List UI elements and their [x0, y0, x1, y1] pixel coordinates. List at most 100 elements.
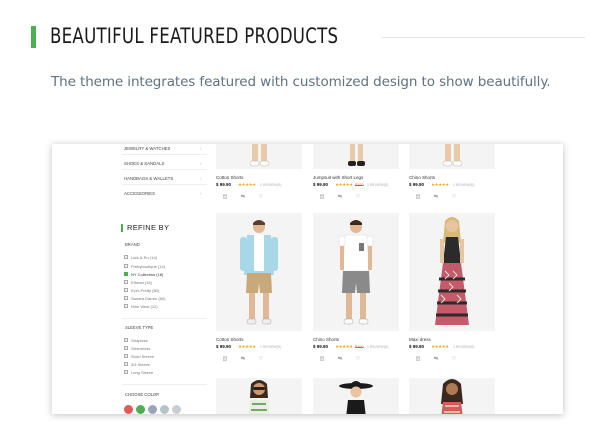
product-name[interactable]: Chino Shorts	[313, 337, 339, 342]
sleeve-option[interactable]: Strapless	[124, 337, 148, 343]
checkbox[interactable]	[124, 370, 128, 374]
color-filter-label: CHOOSE COLOR	[125, 392, 160, 397]
review-count: 1 REVIEW(S)	[367, 345, 389, 349]
brand-option[interactable]: Nine West (12)	[124, 303, 158, 309]
review-count: 1 REVIEW(S)	[453, 183, 475, 187]
bag-icon[interactable]: ◫	[318, 194, 326, 200]
product-name[interactable]: Cotton Shorts	[216, 337, 244, 342]
sleeve-option[interactable]: Long Sleeve	[124, 369, 153, 375]
category-shoes-sandals[interactable]: SHOES & SANDALS	[124, 161, 208, 166]
sleeve-option[interactable]: Sleeveless	[124, 345, 150, 351]
brand-option[interactable]: Ever-Pretty (80)	[124, 287, 159, 293]
sleeve-option[interactable]: Short Sleeve	[124, 353, 154, 359]
heart-icon[interactable]: ♡	[354, 194, 362, 200]
product-image[interactable]	[313, 144, 399, 169]
product-price: $ 99.90	[216, 344, 232, 349]
product-image[interactable]	[409, 144, 495, 169]
product-image[interactable]	[313, 378, 399, 414]
product-name[interactable]: Maxi dress	[409, 337, 431, 342]
category-handbags-wallets[interactable]: HANDBAGS & WALLETS	[124, 176, 208, 181]
product-price: $ 99.90	[313, 182, 329, 187]
heart-icon[interactable]: ♡	[257, 194, 265, 200]
checkbox[interactable]	[124, 264, 128, 268]
product-image[interactable]	[216, 378, 302, 414]
product-name[interactable]: Chino Shorts	[409, 175, 435, 180]
heart-icon[interactable]: ♡	[257, 356, 265, 362]
checkbox[interactable]	[124, 280, 128, 284]
checkbox-checked[interactable]	[124, 272, 128, 276]
product-actions: ◫ ⇋ ♡	[414, 194, 458, 200]
rating-stars: ★★★★★	[335, 344, 353, 349]
checkbox[interactable]	[124, 338, 128, 342]
divider	[122, 384, 207, 385]
compare-icon[interactable]: ⇋	[336, 194, 344, 200]
bag-icon[interactable]: ◫	[221, 194, 229, 200]
compare-icon[interactable]: ⇋	[432, 356, 440, 362]
color-swatch[interactable]	[148, 405, 157, 414]
color-swatch[interactable]	[136, 405, 145, 414]
brand-filter-label: BRAND	[125, 242, 140, 247]
product-image[interactable]	[313, 213, 399, 331]
checkbox[interactable]	[124, 255, 128, 259]
category-accessories[interactable]: ACCESSORIES	[124, 191, 208, 196]
model-legs-illustration	[249, 144, 270, 167]
product-actions: ◫ ⇋ ♡	[221, 194, 265, 200]
product-image[interactable]	[409, 378, 495, 414]
product-name[interactable]: Cotton Shorts	[216, 175, 244, 180]
compare-icon[interactable]: ⇋	[239, 194, 247, 200]
review-count: 1 REVIEW(S)	[260, 345, 282, 349]
sleeve-filter-label: SLEEVE TYPE	[125, 325, 154, 330]
compare-icon[interactable]: ⇋	[336, 356, 344, 362]
page-subtitle: The theme integrates featured with custo…	[51, 74, 551, 90]
chevron-right-icon: ›	[200, 191, 202, 196]
divider	[122, 318, 207, 319]
review-count: 1 REVIEW(S)	[260, 183, 282, 187]
heart-icon[interactable]: ♡	[450, 356, 458, 362]
refine-accent-bar	[121, 224, 123, 232]
checkbox[interactable]	[124, 346, 128, 350]
brand-option[interactable]: Sandra Darren (80)	[124, 295, 165, 301]
product-actions: ◫ ⇋ ♡	[414, 356, 458, 362]
chevron-right-icon: ›	[200, 176, 202, 181]
checkbox[interactable]	[124, 354, 128, 358]
compare-icon[interactable]: ⇋	[239, 356, 247, 362]
bag-icon[interactable]: ◫	[414, 356, 422, 362]
heart-icon[interactable]: ♡	[354, 356, 362, 362]
old-price: $100	[355, 183, 364, 187]
heart-icon[interactable]: ♡	[450, 194, 458, 200]
color-swatch[interactable]	[160, 405, 169, 414]
chevron-right-icon: ›	[200, 161, 202, 166]
divider	[122, 169, 207, 170]
rating-stars: ★★★★★	[238, 344, 256, 349]
checkbox[interactable]	[124, 304, 128, 308]
product-price: $ 99.90	[409, 344, 425, 349]
color-swatch[interactable]	[172, 405, 181, 414]
page-title: BEAUTIFUL FEATURED PRODUCTS	[50, 24, 339, 48]
brand-option[interactable]: Lark & Ro (14)	[124, 254, 157, 260]
bag-icon[interactable]: ◫	[221, 356, 229, 362]
brand-option[interactable]: NY Collection (18)	[124, 271, 163, 277]
rating-stars: ★★★★★	[238, 182, 256, 187]
product-image[interactable]	[409, 213, 495, 331]
product-price: $ 99.90	[409, 182, 425, 187]
checkbox[interactable]	[124, 296, 128, 300]
brand-option[interactable]: Prettyboutique (14)	[124, 263, 165, 269]
category-jewelry-watches[interactable]: JEWELRY & WATCHES	[124, 146, 208, 151]
sleeve-option[interactable]: 3/4 Sleeve	[124, 361, 150, 367]
checkbox[interactable]	[124, 288, 128, 292]
brand-option[interactable]: Ethead (16)	[124, 279, 152, 285]
compare-icon[interactable]: ⇋	[432, 194, 440, 200]
rating-stars: ★★★★★	[335, 182, 353, 187]
bag-icon[interactable]: ◫	[414, 194, 422, 200]
product-actions: ◫ ⇋ ♡	[221, 356, 265, 362]
bag-icon[interactable]: ◫	[318, 356, 326, 362]
product-image[interactable]	[216, 213, 302, 331]
product-price: $ 99.90	[216, 182, 232, 187]
divider	[122, 184, 207, 185]
color-swatch[interactable]	[124, 405, 133, 414]
heading-accent-bar	[31, 26, 36, 48]
product-name[interactable]: Jumpsuit with Short Legs	[313, 175, 363, 180]
product-image[interactable]	[216, 144, 302, 169]
checkbox[interactable]	[124, 362, 128, 366]
divider	[122, 154, 207, 155]
